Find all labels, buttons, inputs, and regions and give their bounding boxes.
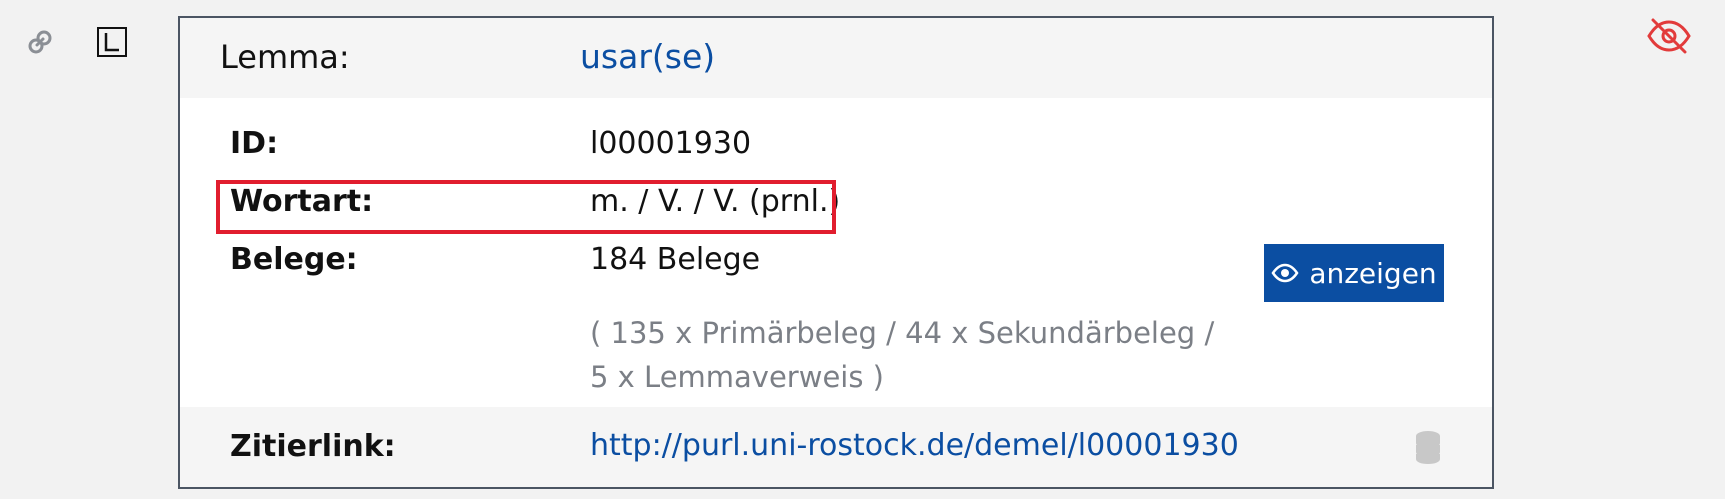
lemma-link[interactable]: usar(se)	[580, 37, 715, 76]
link-icon[interactable]	[22, 24, 58, 60]
lemma-l-icon[interactable]	[94, 24, 130, 60]
lemma-card: Lemma: usar(se) ID: l00001930 Wortart: m…	[178, 16, 1494, 489]
show-button[interactable]: anzeigen	[1264, 244, 1444, 302]
belege-label: Belege:	[230, 242, 358, 277]
wortart-value: m. / V. / V. (prnl.)	[590, 184, 841, 219]
left-toolbar	[22, 24, 130, 60]
wortart-label: Wortart:	[230, 184, 374, 219]
citation-label: Zitierlink:	[230, 429, 396, 464]
show-button-label: anzeigen	[1309, 256, 1437, 290]
citation-link[interactable]: http://purl.uni-rostock.de/demel/l000019…	[590, 428, 1239, 463]
lemma-header: Lemma: usar(se)	[180, 18, 1492, 98]
lemma-label: Lemma:	[220, 38, 350, 76]
database-icon[interactable]	[1412, 429, 1444, 465]
belege-value: 184 Belege	[590, 242, 761, 277]
id-label: ID:	[230, 126, 279, 161]
citation-footer: Zitierlink: http://purl.uni-rostock.de/d…	[180, 407, 1492, 487]
belege-detail: ( 135 x Primärbeleg / 44 x Sekundärbeleg…	[590, 316, 1215, 394]
eye-icon	[1271, 257, 1299, 290]
eye-slash-icon[interactable]	[1645, 16, 1693, 56]
id-value: l00001930	[590, 126, 752, 161]
